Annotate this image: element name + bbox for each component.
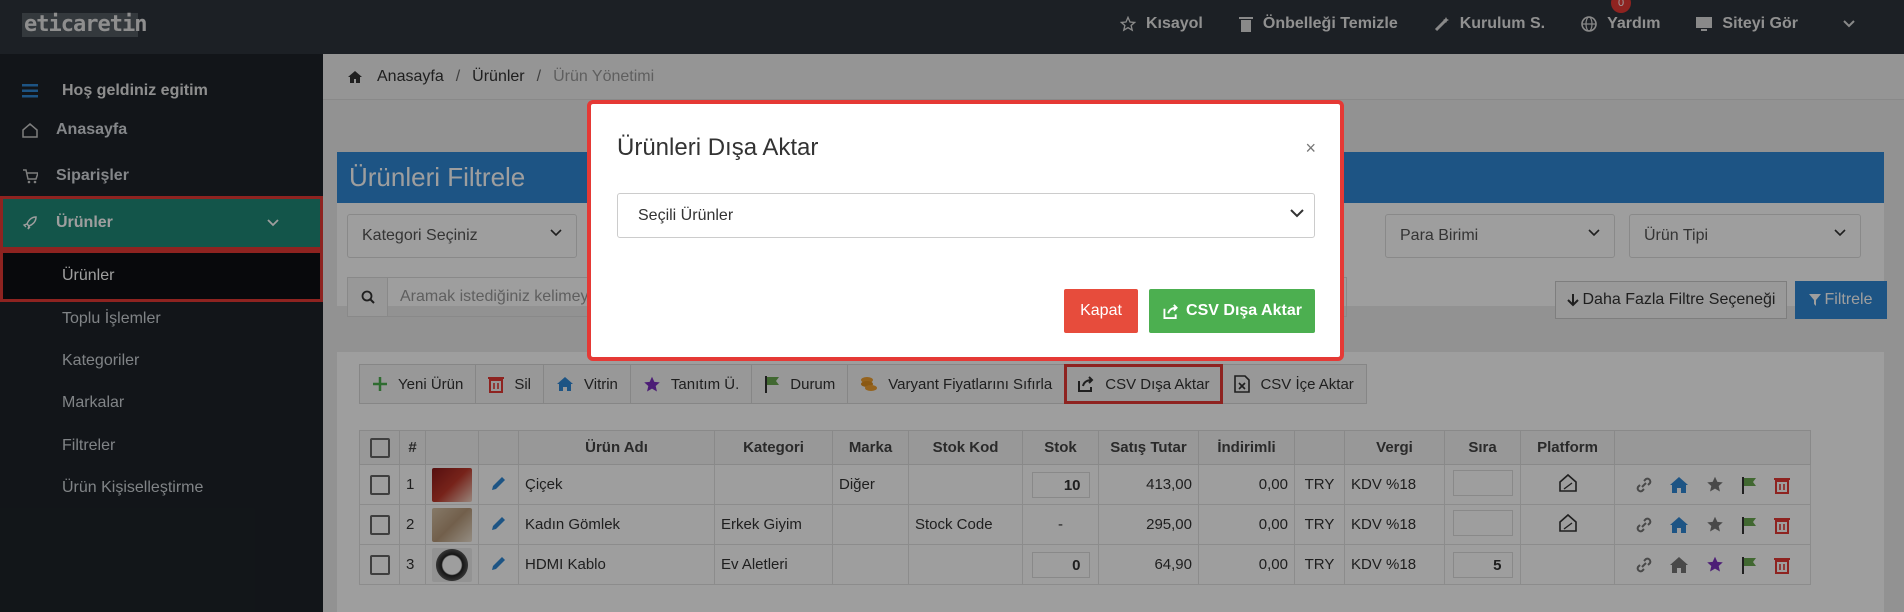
chevron-down-icon xyxy=(1290,209,1304,218)
csv-export-confirm-button[interactable]: CSV Dışa Aktar xyxy=(1149,289,1315,333)
export-icon xyxy=(1163,303,1178,319)
export-scope-select[interactable]: Seçili Ürünler xyxy=(617,193,1315,238)
modal-title: Ürünleri Dışa Aktar xyxy=(617,134,819,161)
export-modal: Ürünleri Dışa Aktar × Seçili Ürünler Kap… xyxy=(587,100,1344,361)
cancel-button[interactable]: Kapat xyxy=(1064,289,1138,333)
close-icon[interactable]: × xyxy=(1305,138,1316,159)
export-scope-value: Seçili Ürünler xyxy=(638,206,734,224)
csv-export-confirm-label: CSV Dışa Aktar xyxy=(1186,302,1302,319)
